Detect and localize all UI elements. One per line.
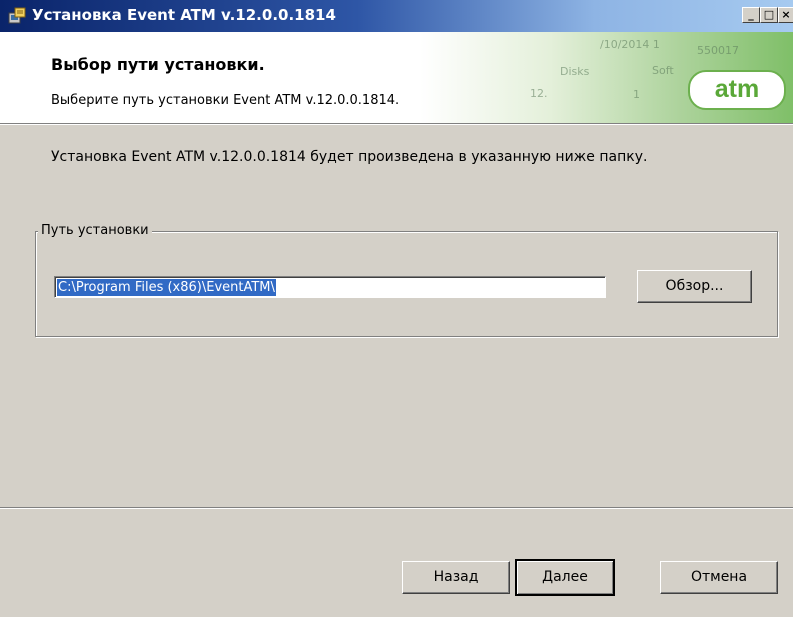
banner-soft-text: Soft [652,64,674,77]
dialog-body: Установка Event ATM v.12.0.0.1814 будет … [0,125,793,617]
footer-divider [0,507,793,509]
installer-icon [8,7,26,25]
page-subtitle: Выберите путь установки Event ATM v.12.0… [51,93,400,108]
install-path-group: Путь установки C:\Program Files (x86)\Ev… [35,223,778,337]
install-path-group-label: Путь установки [38,223,152,238]
next-button[interactable]: Далее [515,559,615,596]
banner-number-text: 550017 [697,44,739,57]
minimize-button[interactable]: _ [742,7,760,23]
window-title: Установка Event ATM v.12.0.0.1814 [32,6,336,24]
banner-row-text: 12. [530,87,548,100]
install-path-input[interactable]: C:\Program Files (x86)\EventATM\ [54,276,606,298]
maximize-button[interactable]: □ [760,7,778,23]
atm-logo: atm [688,70,786,110]
banner-disks-text: Disks [560,65,590,78]
back-button[interactable]: Назад [402,561,510,594]
browse-button[interactable]: Обзор... [637,270,752,303]
banner-cell-text: 1 [633,88,640,101]
install-path-value: C:\Program Files (x86)\EventATM\ [57,279,276,296]
install-description: Установка Event ATM v.12.0.0.1814 будет … [51,149,648,165]
banner-date-text: /10/2014 1 [600,38,660,51]
close-button[interactable]: × [778,7,793,23]
page-title: Выбор пути установки. [51,55,265,74]
header-banner: /10/2014 1 550017 Disks Soft 12. 1 atm В… [0,32,793,123]
cancel-button[interactable]: Отмена [660,561,778,594]
window-titlebar[interactable]: Установка Event ATM v.12.0.0.1814 _ □ × [0,0,793,32]
